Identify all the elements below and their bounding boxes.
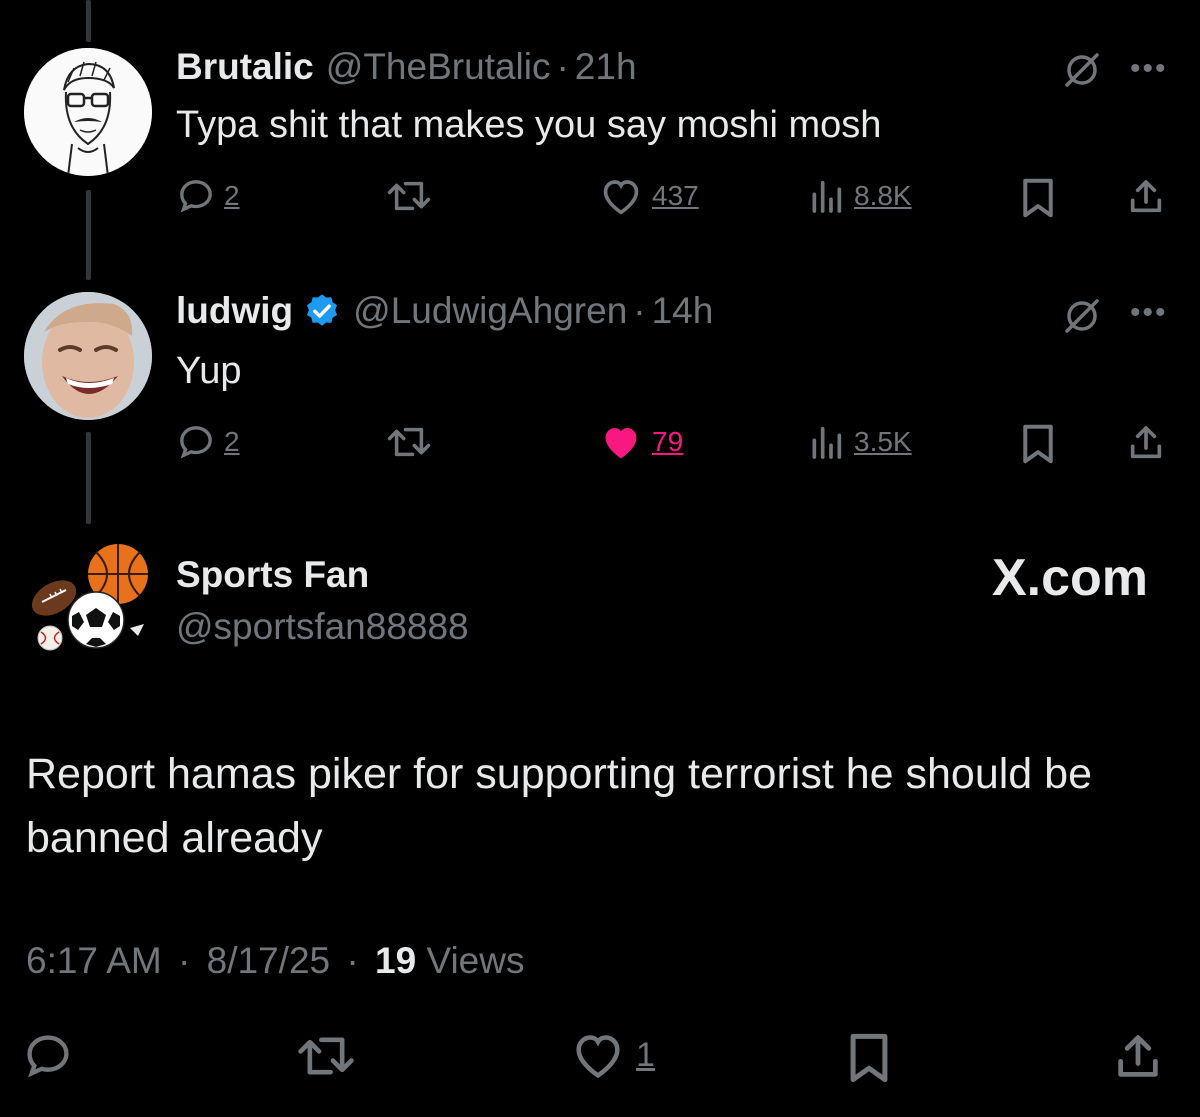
tweet-time[interactable]: 14h [652, 290, 714, 332]
display-name[interactable]: ludwig [176, 290, 293, 332]
tweet-text: Report hamas piker for supporting terror… [26, 750, 1092, 862]
bookmark-icon [850, 1033, 888, 1083]
heart-filled-icon [605, 428, 637, 459]
retweet-icon [387, 181, 431, 211]
views-icon [812, 426, 842, 459]
reply-icon [180, 180, 212, 213]
retweet-button[interactable] [386, 176, 432, 216]
retweet-icon [298, 1037, 354, 1075]
like-button[interactable]: 79 [598, 422, 683, 462]
views-label: Views [426, 940, 525, 981]
reply-count: 2 [224, 426, 240, 457]
share-button[interactable] [1126, 422, 1166, 464]
grok-icon[interactable] [1062, 296, 1102, 336]
display-name[interactable]: Sports Fan [176, 554, 369, 596]
author-handle-row: @sportsfan88888 [176, 606, 469, 648]
sports-balls-icon [31, 544, 148, 651]
share-icon [1130, 180, 1162, 213]
views-count: 8.8K [854, 180, 912, 211]
separator-dot: · [346, 940, 359, 981]
avatar[interactable] [24, 536, 152, 664]
bookmark-button[interactable] [1018, 422, 1058, 466]
tweet-actions: 2 437 8.8K [176, 176, 1176, 226]
author-name-row: Sports Fan [176, 554, 369, 596]
views-icon [812, 180, 842, 213]
like-count: 79 [652, 426, 684, 457]
user-handle[interactable]: @LudwigAhgren [353, 290, 627, 332]
tweet-time[interactable]: 21h [575, 46, 637, 88]
reply-button[interactable]: 2 [176, 176, 240, 216]
thread-line [86, 0, 91, 42]
tweet-text: Yup [176, 350, 242, 392]
x-logo: X.com [991, 549, 1148, 607]
tweet-actions: 2 79 3.5K [176, 422, 1176, 472]
user-handle[interactable]: @sportsfan88888 [176, 606, 469, 648]
thread-line [86, 190, 91, 280]
avatar[interactable] [24, 48, 152, 176]
thread-line [86, 432, 91, 524]
tweet-header: Brutalic @TheBrutalic · 21h [176, 46, 637, 88]
share-icon [1130, 426, 1162, 459]
reply-count: 2 [224, 180, 240, 211]
tweet-metadata: 6:17 AM · 8/17/25 · 19 Views [26, 940, 524, 982]
avatar-face-icon [24, 292, 152, 420]
bookmark-button[interactable] [844, 1030, 894, 1086]
tweet-text: Typa shit that makes you say moshi mosh [176, 104, 882, 146]
share-button[interactable] [1112, 1030, 1164, 1084]
retweet-button[interactable] [386, 422, 432, 462]
retweet-icon [387, 427, 431, 457]
reply-icon [27, 1035, 69, 1078]
verified-badge-icon [307, 294, 338, 326]
share-button[interactable] [1126, 176, 1166, 218]
like-button[interactable]: 1 [570, 1030, 655, 1080]
tweet-header: ludwig @LudwigAhgren · 14h [176, 290, 713, 332]
reply-button[interactable]: 2 [176, 422, 240, 462]
tweet-time[interactable]: 6:17 AM [26, 940, 162, 981]
main-tweet-actions: 1 [0, 1030, 1200, 1090]
like-count: 1 [636, 1035, 655, 1074]
share-icon [1118, 1035, 1158, 1077]
views-button[interactable]: 3.5K [806, 422, 912, 462]
separator-dot: · [556, 46, 569, 87]
views-button[interactable]: 8.8K [806, 176, 912, 216]
reply-button[interactable] [22, 1030, 74, 1082]
avatar-sketch-face-icon [24, 48, 152, 176]
heart-outline-icon [603, 180, 639, 215]
grok-icon[interactable] [1062, 50, 1102, 90]
bookmark-button[interactable] [1018, 176, 1058, 220]
reply-icon [180, 426, 212, 459]
retweet-button[interactable] [296, 1030, 356, 1082]
more-options-icon[interactable]: ••• [1130, 52, 1168, 86]
separator-dot: · [633, 290, 646, 331]
user-handle[interactable]: @TheBrutalic [326, 46, 551, 88]
display-name[interactable]: Brutalic [176, 46, 314, 88]
heart-outline-icon [576, 1035, 620, 1079]
tweet-date[interactable]: 8/17/25 [207, 940, 330, 981]
views-count: 19 [375, 940, 417, 981]
avatar[interactable] [24, 292, 152, 420]
views-count: 3.5K [854, 426, 912, 457]
separator-dot: · [178, 940, 191, 981]
like-count: 437 [652, 180, 699, 211]
bookmark-icon [1023, 178, 1053, 218]
bookmark-icon [1023, 424, 1053, 464]
like-button[interactable]: 437 [598, 176, 699, 216]
more-options-icon[interactable]: ••• [1130, 296, 1168, 330]
